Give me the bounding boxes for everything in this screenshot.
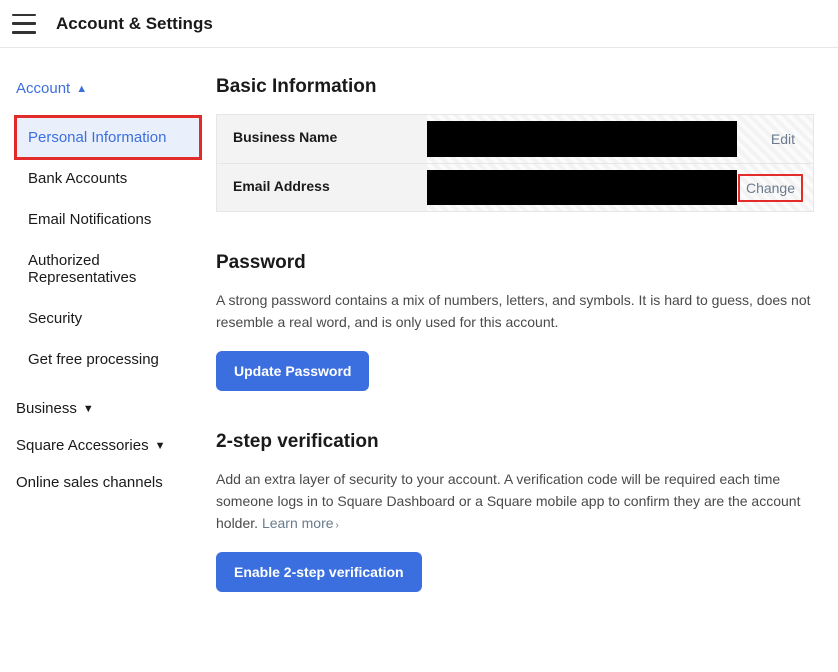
caret-right-icon: › [336,520,339,531]
sidebar-item-authorized-representatives[interactable]: Authorized Representatives [16,240,200,298]
edit-button[interactable]: Edit [765,127,801,151]
main: Basic Information Business Name Edit Ema… [200,48,838,672]
sidebar-header-business[interactable]: Business ▼ [16,400,200,417]
menu-icon[interactable] [12,14,36,34]
sidebar-item-email-notifications[interactable]: Email Notifications [16,199,200,240]
sidebar: Account ▲ Personal Information Bank Acco… [0,48,200,672]
enable-two-step-button[interactable]: Enable 2-step verification [216,552,422,592]
basic-info-title: Basic Information [216,76,814,98]
table-row: Business Name Edit [217,115,813,163]
update-password-button[interactable]: Update Password [216,351,369,391]
password-title: Password [216,252,814,274]
row-label-email-address: Email Address [217,164,427,211]
sidebar-item-bank-accounts[interactable]: Bank Accounts [16,158,200,199]
chevron-down-icon: ▼ [83,403,94,415]
row-label-business-name: Business Name [217,115,427,163]
row-value: Edit [427,115,813,163]
learn-more-link[interactable]: Learn more› [262,515,339,531]
password-description: A strong password contains a mix of numb… [216,290,814,333]
redacted-block [427,121,737,157]
redacted-block [427,170,737,205]
two-step-title: 2-step verification [216,431,814,453]
sidebar-header-account[interactable]: Account ▲ [16,80,200,97]
basic-info-table: Business Name Edit Email Address Change [216,114,814,212]
table-row: Email Address Change [217,163,813,211]
sidebar-header-online-sales-channels[interactable]: Online sales channels [16,474,200,491]
section-two-step: 2-step verification Add an extra layer o… [216,431,814,592]
page-title: Account & Settings [56,14,213,34]
sidebar-header-square-accessories[interactable]: Square Accessories ▼ [16,437,200,454]
sidebar-item-personal-information[interactable]: Personal Information [16,117,200,158]
chevron-down-icon: ▼ [155,440,166,452]
row-value: Change [427,164,813,211]
topbar: Account & Settings [0,0,838,48]
sidebar-item-get-free-processing[interactable]: Get free processing [16,339,200,380]
sidebar-item-security[interactable]: Security [16,298,200,339]
chevron-up-icon: ▲ [76,83,87,95]
change-button[interactable]: Change [740,176,801,200]
section-password: Password A strong password contains a mi… [216,252,814,391]
two-step-description: Add an extra layer of security to your a… [216,469,814,534]
section-basic-information: Basic Information Business Name Edit Ema… [216,76,814,212]
sidebar-header-label: Account [16,80,70,97]
